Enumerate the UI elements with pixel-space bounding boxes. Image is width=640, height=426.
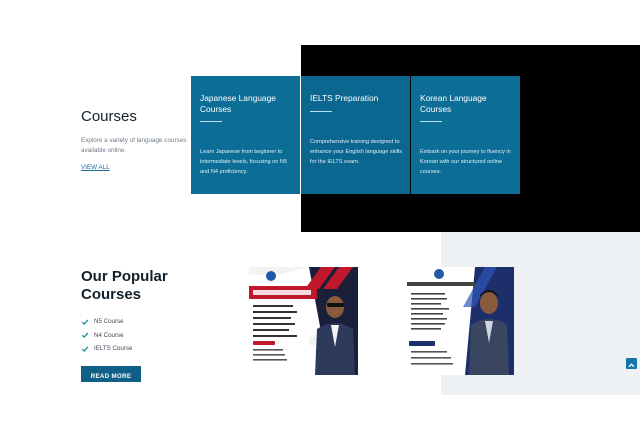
scroll-to-top-button[interactable]: [626, 358, 637, 369]
list-item: N5 Course: [81, 315, 132, 329]
list-item: IELTS Course: [81, 342, 132, 356]
check-icon: [81, 332, 89, 339]
popular-courses-heading: Our Popular Courses: [81, 268, 168, 304]
list-item-label: N5 Course: [94, 318, 124, 326]
card-text: Learn Japanese from beginner to intermed…: [200, 149, 288, 176]
list-item: N4 Course: [81, 329, 132, 343]
card-title: Korean Language Courses: [420, 93, 487, 114]
check-icon: [81, 319, 89, 325]
card-divider: [420, 121, 442, 122]
chevron-up-icon: [628, 363, 635, 368]
check-icon: [81, 346, 89, 352]
course-card-ielts[interactable]: IELTS Preparation Comprehensive training…: [301, 76, 410, 194]
course-card-korean[interactable]: Korean Language Courses Embark on your j…: [411, 76, 520, 194]
courses-heading: Courses: [81, 108, 137, 125]
flyer-graphic: [405, 267, 514, 375]
course-card-japanese[interactable]: Japanese Language Courses Learn Japanese…: [191, 76, 300, 194]
card-divider: [200, 121, 222, 122]
courses-description: Explore a variety of language courses av…: [81, 137, 187, 154]
list-item-label: N4 Course: [94, 331, 124, 339]
card-text: Embark on your journey to fluency in Kor…: [420, 149, 511, 176]
card-divider: [310, 111, 332, 112]
card-title: IELTS Preparation: [310, 93, 379, 103]
course-flyer-image-2[interactable]: [405, 267, 514, 375]
popular-heading-line2: Courses: [81, 286, 142, 303]
list-item-label: IELTS Course: [94, 345, 133, 353]
card-text: Comprehensive training designed to enhan…: [310, 139, 403, 166]
course-flyer-image-1[interactable]: [249, 267, 358, 375]
popular-course-list: N5 Course N4 Course IELTS Course: [81, 315, 132, 356]
read-more-button[interactable]: READ MORE: [81, 366, 141, 382]
view-all-link[interactable]: VIEW ALL: [81, 164, 110, 171]
flyer-graphic: [249, 267, 358, 375]
card-title: Japanese Language Courses: [200, 93, 276, 114]
popular-heading-line1: Our Popular: [81, 268, 168, 285]
